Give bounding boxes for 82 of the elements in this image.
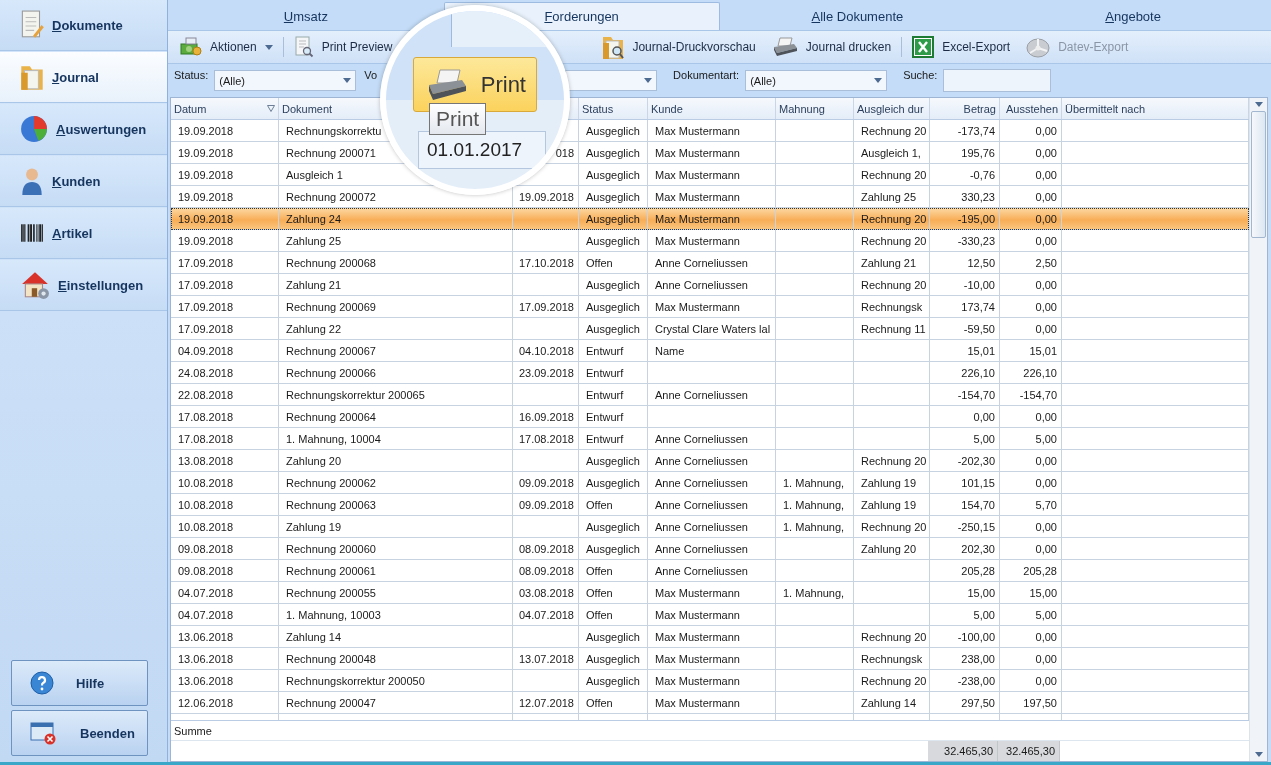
scrollbar[interactable] xyxy=(1249,98,1267,761)
document-preview-icon xyxy=(293,36,314,58)
scroll-up-icon xyxy=(1254,102,1263,107)
status-label: Status: xyxy=(174,69,209,81)
help-button[interactable]: Hilfe xyxy=(11,660,148,706)
barcode-icon xyxy=(20,223,44,243)
exit-window-icon xyxy=(30,721,58,745)
table-row[interactable]: 17.08.2018 Rechnung 200064 16.09.2018 Entwurf 0,00 0,00 xyxy=(171,406,1249,428)
spreadsheet-icon xyxy=(912,36,935,58)
table-row[interactable]: 13.08.2018 Zahlung 20 Ausgeglich Anne Corneliussen Rechnung 20 -202,30 0,00 xyxy=(171,450,1249,472)
printer-icon xyxy=(426,67,466,102)
document-icon xyxy=(20,10,44,40)
sort-indicator-icon xyxy=(267,105,275,112)
dropdown-caret-icon xyxy=(264,44,273,50)
print-button[interactable]: Print xyxy=(413,57,537,112)
table-row[interactable]: 13.06.2018 Rechnung 200048 13.07.2018 Ausgeglich Max Mustermann Rechnungsk 238,00 0,00 xyxy=(171,648,1249,670)
sidebar-item[interactable]: Auswertungen xyxy=(0,104,167,155)
table-row[interactable]: 09.08.2018 Rechnung 200061 08.09.2018 Offen Anne Corneliussen 205,28 205,28 xyxy=(171,560,1249,582)
sidebar-item[interactable]: Dokumente xyxy=(0,0,167,51)
search-label: Suche: xyxy=(903,69,938,81)
date-field[interactable]: 01.01.2017 xyxy=(418,131,546,169)
table-row[interactable]: 17.09.2018 Zahlung 22 Ausgeglich Crystal Clare Waters lal Rechnung 11 -59,50 0,00 xyxy=(171,318,1249,340)
dropdown-arrow-icon xyxy=(874,78,883,83)
table-row[interactable]: 19.09.2018 Ausgleich 1 Ausgeglich Max Mustermann Rechnung 20 -0,76 0,00 xyxy=(171,164,1249,186)
table-row[interactable]: 10.08.2018 Rechnung 200062 09.09.2018 Ausgeglich Anne Corneliussen 1. Mahnung, Zahlung 19 101,15 0,00 xyxy=(171,472,1249,494)
column-header[interactable]: Datum xyxy=(171,98,279,119)
total-amount: 32.465,30 xyxy=(928,741,998,761)
column-header[interactable]: Ausstehen xyxy=(1000,98,1062,119)
disc-icon xyxy=(1026,36,1051,58)
summary-label: Summe xyxy=(174,724,212,737)
toolbar-button[interactable]: Excel-Export xyxy=(906,34,1017,60)
scroll-thumb[interactable] xyxy=(1251,111,1266,238)
table-row[interactable]: 17.09.2018 Rechnung 200069 17.09.2018 Ausgeglich Max Mustermann Rechnungsk 173,74 0,00 xyxy=(171,296,1249,318)
pie-chart-icon xyxy=(20,115,48,143)
scroll-down-icon xyxy=(1254,752,1263,757)
tab[interactable]: Angebote xyxy=(995,2,1271,30)
column-header[interactable]: Ausgleich dur xyxy=(854,98,930,119)
person-icon xyxy=(20,167,44,195)
document-type-dropdown[interactable]: (Alle) xyxy=(745,70,888,91)
status-dropdown[interactable]: (Alle) xyxy=(214,70,357,91)
help-icon xyxy=(30,671,54,695)
toolbar-button[interactable]: Journal drucken xyxy=(765,34,898,60)
table-row[interactable]: 24.08.2018 Rechnung 200066 23.09.2018 Entwurf 226,10 226,10 xyxy=(171,362,1249,384)
table-row[interactable]: 22.08.2018 Rechnungskorrektur 200065 Entwurf Anne Corneliussen -154,70 -154,70 xyxy=(171,384,1249,406)
sidebar-item[interactable]: Journal xyxy=(0,52,167,103)
sidebar-item[interactable]: Kunden xyxy=(0,156,167,207)
column-header[interactable]: Mahnung xyxy=(776,98,854,119)
filter-dropdown[interactable] xyxy=(565,70,658,91)
table-row[interactable]: 04.07.2018 Rechnung 200055 03.08.2018 Offen Max Mustermann 1. Mahnung, 15,00 15,00 xyxy=(171,582,1249,604)
dropdown-arrow-icon xyxy=(644,78,653,83)
tooltip: Print xyxy=(429,103,487,135)
table-row[interactable]: 17.09.2018 Rechnung 200068 17.10.2018 Offen Anne Corneliussen Zahlung 21 12,50 2,50 xyxy=(171,252,1249,274)
document-type-label: Dokumentart: xyxy=(673,69,740,81)
dropdown-arrow-icon xyxy=(343,78,352,83)
table-row[interactable]: 10.08.2018 Rechnung 200063 09.09.2018 Offen Anne Corneliussen 1. Mahnung, Zahlung 19 154,70 5,70 xyxy=(171,494,1249,516)
table-row[interactable]: 13.06.2018 Zahlung 14 Ausgeglich Max Mustermann Rechnung 20 -100,00 0,00 xyxy=(171,626,1249,648)
table-row[interactable]: 12.06.2018 Rechnung 200047 12.07.2018 Offen Max Mustermann Zahlung 14 297,50 197,50 xyxy=(171,692,1249,714)
total-outstanding: 32.465,30 xyxy=(998,741,1060,761)
search-field[interactable] xyxy=(943,69,1052,92)
exit-button[interactable]: Beenden xyxy=(11,710,148,756)
table-row[interactable]: 17.08.2018 1. Mahnung, 10004 17.08.2018 Entwurf Anne Corneliussen 5,00 5,00 xyxy=(171,428,1249,450)
table-row[interactable]: 04.07.2018 1. Mahnung, 10003 04.07.2018 Offen Max Mustermann 5,00 5,00 xyxy=(171,604,1249,626)
column-header[interactable]: Kunde xyxy=(648,98,776,119)
tab[interactable]: Alle Dokumente xyxy=(719,2,996,30)
table-row[interactable]: 19.09.2018 Zahlung 25 Ausgeglich Max Mustermann Rechnung 20 -330,23 0,00 xyxy=(171,230,1249,252)
table-row[interactable]: 10.08.2018 Zahlung 19 Ausgeglich Anne Corneliussen 1. Mahnung, Rechnung 20 -250,15 0,00 xyxy=(171,516,1249,538)
table-row[interactable]: 04.09.2018 Rechnung 200067 04.10.2018 Entwurf Name 15,01 15,01 xyxy=(171,340,1249,362)
toolbar-button[interactable]: Journal-Druckvorschau xyxy=(596,34,762,60)
column-header[interactable]: Status xyxy=(579,98,648,119)
table-row[interactable]: 19.09.2018 Zahlung 24 Ausgeglich Max Mustermann Rechnung 20 -195,00 0,00 xyxy=(171,208,1249,230)
house-icon xyxy=(20,270,50,300)
table-row[interactable]: 13.06.2018 Rechnungskorrektur 200050 Ausgeglich Max Mustermann Rechnung 20 -238,00 0,00 xyxy=(171,670,1249,692)
sidebar-item[interactable]: Einstellungen xyxy=(0,260,167,311)
table-row[interactable]: 09.08.2018 Rechnung 200060 08.09.2018 Ausgeglich Anne Corneliussen Zahlung 20 202,30 0,00 xyxy=(171,538,1249,560)
printer-icon xyxy=(771,37,798,57)
toolbar-button[interactable]: Aktionen xyxy=(174,34,279,60)
table-row[interactable]: 19.09.2018 Rechnung 200072 19.09.2018 Ausgeglich Max Mustermann Zahlung 25 330,23 0,00 xyxy=(171,186,1249,208)
filter-label: Vo xyxy=(364,69,378,81)
table-row[interactable]: 17.09.2018 Zahlung 21 Ausgeglich Anne Corneliussen Rechnung 20 -10,00 0,00 xyxy=(171,274,1249,296)
money-icon xyxy=(180,37,202,57)
column-header[interactable]: Betrag xyxy=(930,98,1000,119)
sidebar-item[interactable]: Artikel xyxy=(0,208,167,259)
